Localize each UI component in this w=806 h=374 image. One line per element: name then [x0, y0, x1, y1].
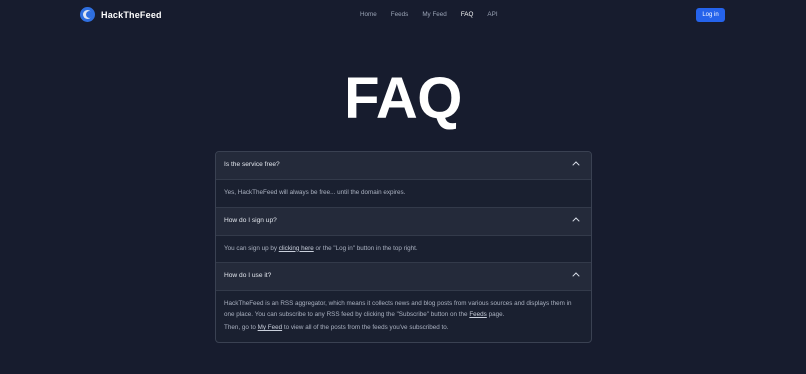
faq-question-text: How do I use it? [224, 272, 272, 279]
answer-text: page. [486, 310, 505, 318]
answer-text: HackTheFeed is an RSS aggregator, which … [224, 300, 572, 318]
faq-answer-text: You can sign up by clicking here or the … [224, 244, 583, 255]
login-button[interactable]: Log in [696, 8, 725, 22]
answer-text: or the "Log in" button in the top right. [313, 244, 418, 252]
my-feed-link[interactable]: My Feed [258, 324, 283, 331]
faq-answer-1: Yes, HackTheFeed will always be free... … [216, 180, 591, 208]
answer-text: You can sign up by [224, 244, 279, 252]
nav-home[interactable]: Home [360, 11, 377, 18]
chevron-up-icon [572, 272, 580, 277]
faq-answer-3: HackTheFeed is an RSS aggregator, which … [216, 291, 591, 342]
answer-text: to view all of the posts from the feeds … [282, 324, 449, 331]
faq-answer-text: HackTheFeed is an RSS aggregator, which … [224, 299, 583, 320]
brand[interactable]: HackTheFeed [80, 7, 162, 22]
nav-my-feed[interactable]: My Feed [422, 11, 447, 18]
page-title: FAQ [344, 66, 462, 131]
nav-faq[interactable]: FAQ [461, 11, 474, 18]
faq-answer-text: Yes, HackTheFeed will always be free... … [224, 189, 406, 196]
faq-answer-2: You can sign up by clicking here or the … [216, 236, 591, 263]
faq-question-1[interactable]: Is the service free? [216, 152, 591, 180]
sign-up-link[interactable]: clicking here [279, 245, 314, 252]
chevron-up-icon [572, 216, 580, 222]
brand-name: HackTheFeed [101, 9, 162, 20]
faq-accordion: Is the service free? Yes, HackTheFeed wi… [215, 151, 592, 343]
hackthefeed-logo-icon [80, 7, 95, 22]
nav-api[interactable]: API [487, 11, 497, 18]
answer-text: Then, go to [224, 324, 258, 331]
faq-question-3[interactable]: How do I use it? [216, 263, 591, 291]
nav-links: Home Feeds My Feed FAQ API [360, 11, 512, 18]
faq-question-text: How do I sign up? [224, 216, 277, 224]
faq-question-2[interactable]: How do I sign up? [216, 207, 591, 236]
feeds-link[interactable]: Feeds [469, 311, 487, 318]
faq-answer-text: Then, go to My Feed to view all of the p… [224, 323, 583, 334]
nav-feeds[interactable]: Feeds [391, 11, 409, 18]
chevron-up-icon [572, 161, 580, 166]
faq-question-text: Is the service free? [224, 161, 280, 168]
navbar: HackTheFeed Home Feeds My Feed FAQ API L… [0, 0, 806, 32]
